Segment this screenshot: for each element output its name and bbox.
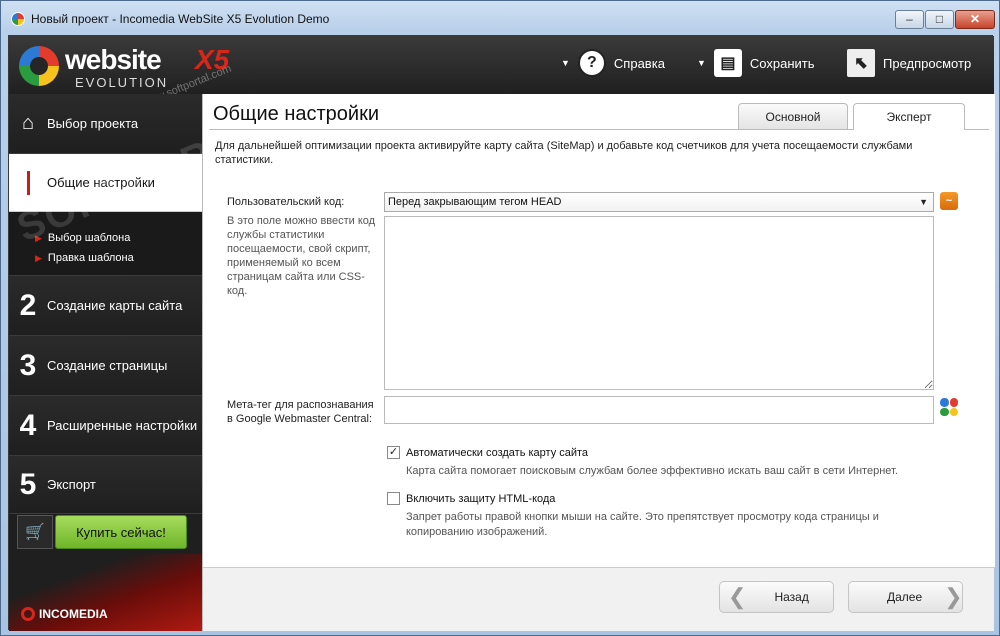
tab-expert[interactable]: Эксперт	[853, 103, 965, 130]
window-title: Новый проект - Incomedia WebSite X5 Evol…	[31, 12, 330, 26]
active-marker	[9, 170, 47, 195]
next-button[interactable]: Далее ❯	[848, 581, 963, 613]
user-code-textarea[interactable]	[384, 216, 934, 390]
sidebar-item-label: Создание страницы	[47, 357, 168, 373]
chevron-down-icon: ▼	[919, 197, 928, 207]
floppy-disk-icon: ▤	[713, 49, 742, 77]
brand-text: INCOMEDIA	[39, 607, 108, 621]
sidebar-item-label: Создание карты сайта	[47, 297, 183, 313]
incomedia-ring-icon	[21, 607, 35, 621]
help-icon: ?	[577, 49, 606, 77]
sidebar-item-label: Расширенные настройки	[47, 417, 198, 433]
app-header: website X5 EVOLUTION www.softportal.com …	[9, 36, 994, 109]
html-protect-checkbox-row[interactable]: Включить защиту HTML-кода	[387, 492, 555, 505]
back-label: Назад	[774, 590, 809, 604]
settings-card: Общие настройки Основной Эксперт Для дал…	[203, 94, 995, 568]
sitemap-checkbox-label[interactable]: Автоматически создать карту сайта	[406, 447, 588, 459]
sitemap-note: Карта сайта помогает поисковым службам б…	[406, 465, 898, 477]
title-bar[interactable]: Новый проект - Incomedia WebSite X5 Evol…	[1, 1, 999, 35]
page-title: Общие настройки	[213, 103, 379, 125]
google-icon[interactable]	[940, 398, 958, 416]
user-code-label: Пользовательский код:	[227, 196, 345, 208]
shopping-cart-icon[interactable]: 🛒	[17, 515, 53, 549]
bullet-triangle-icon: ▶	[35, 252, 42, 263]
intro-text: Для дальнейшей оптимизации проекта актив…	[215, 140, 913, 166]
sidebar-item-pages[interactable]: 3 Создание страницы	[9, 336, 202, 396]
help-label: Справка	[613, 55, 665, 71]
dropdown-arrow-icon[interactable]: ▼	[697, 58, 706, 68]
sidebar-subitem-template-edit[interactable]: ▶ Правка шаблона	[35, 252, 134, 264]
step-sidebar: ⌂ Выбор проекта Общие настройки ▶ Выбор …	[9, 94, 295, 631]
minimize-button[interactable]: –	[895, 10, 924, 29]
sidebar-item-advanced[interactable]: 4 Расширенные настройки	[9, 396, 202, 456]
step-number: 5	[19, 467, 37, 501]
code-position-value: Перед закрывающим тегом HEAD	[388, 196, 562, 208]
monitor-cursor-icon: ⬉	[847, 49, 875, 77]
chevron-left-icon: ❮	[728, 584, 747, 609]
maximize-button[interactable]: □	[925, 10, 954, 29]
back-button[interactable]: ❮ Назад	[719, 581, 834, 613]
tab-basic[interactable]: Основной	[738, 103, 848, 129]
client-area: website X5 EVOLUTION www.softportal.com …	[8, 35, 995, 631]
html-protect-checkbox-label[interactable]: Включить защиту HTML-кода	[406, 493, 555, 505]
step-number: 3	[19, 348, 37, 382]
logo-ring-icon	[19, 46, 59, 86]
app-window: Новый проект - Incomedia WebSite X5 Evol…	[0, 0, 1000, 636]
html-protect-checkbox[interactable]	[387, 492, 400, 505]
close-button[interactable]: ✕	[955, 10, 995, 29]
sidebar-item-export[interactable]: 5 Экспорт	[9, 456, 202, 514]
step-number: 4	[19, 408, 37, 442]
sidebar-item-label: Экспорт	[47, 476, 96, 492]
dropdown-arrow-icon[interactable]: ▼	[561, 58, 570, 68]
code-position-select[interactable]: Перед закрывающим тегом HEAD ▼	[384, 192, 934, 212]
save-button[interactable]: ▼ ▤ Сохранить	[697, 48, 815, 78]
main-panel: Общие настройки Основной Эксперт Для дал…	[202, 94, 995, 631]
sidebar-subitem-label: Правка шаблона	[47, 252, 134, 264]
buy-area: 🛒 Купить сейчас!	[17, 515, 189, 551]
logo-subtitle: EVOLUTION	[75, 75, 169, 90]
sitemap-checkbox[interactable]: ✓	[387, 446, 400, 459]
sitemap-checkbox-row[interactable]: ✓ Автоматически создать карту сайта	[387, 446, 588, 459]
html-protect-note: Запрет работы правой кнопки мыши на сайт…	[406, 511, 879, 538]
sidebar-item-sitemap[interactable]: 2 Создание карты сайта	[9, 276, 202, 336]
app-icon	[11, 12, 25, 26]
chevron-right-icon: ❯	[944, 584, 963, 609]
meta-tag-label: Мета-тег для распознавания в Google Webm…	[227, 399, 374, 425]
meta-tag-input[interactable]	[384, 396, 934, 424]
preview-label: Предпросмотр	[883, 55, 972, 71]
logo-text: website	[65, 44, 162, 75]
save-label: Сохранить	[749, 55, 815, 71]
help-button[interactable]: ▼ ? Справка	[561, 48, 665, 78]
incomedia-logo: INCOMEDIA	[21, 604, 141, 624]
statistics-chart-icon[interactable]: ~	[940, 192, 958, 210]
next-label: Далее	[887, 590, 923, 604]
preview-button[interactable]: ⬉ Предпросмотр	[847, 48, 971, 78]
sidebar-item-label: Выбор проекта	[47, 115, 139, 131]
home-icon: ⌂	[21, 112, 35, 134]
step-number: 2	[19, 288, 37, 322]
user-code-hint: В это поле можно ввести код службы стати…	[227, 215, 376, 297]
buy-now-button[interactable]: Купить сейчас!	[55, 515, 187, 549]
